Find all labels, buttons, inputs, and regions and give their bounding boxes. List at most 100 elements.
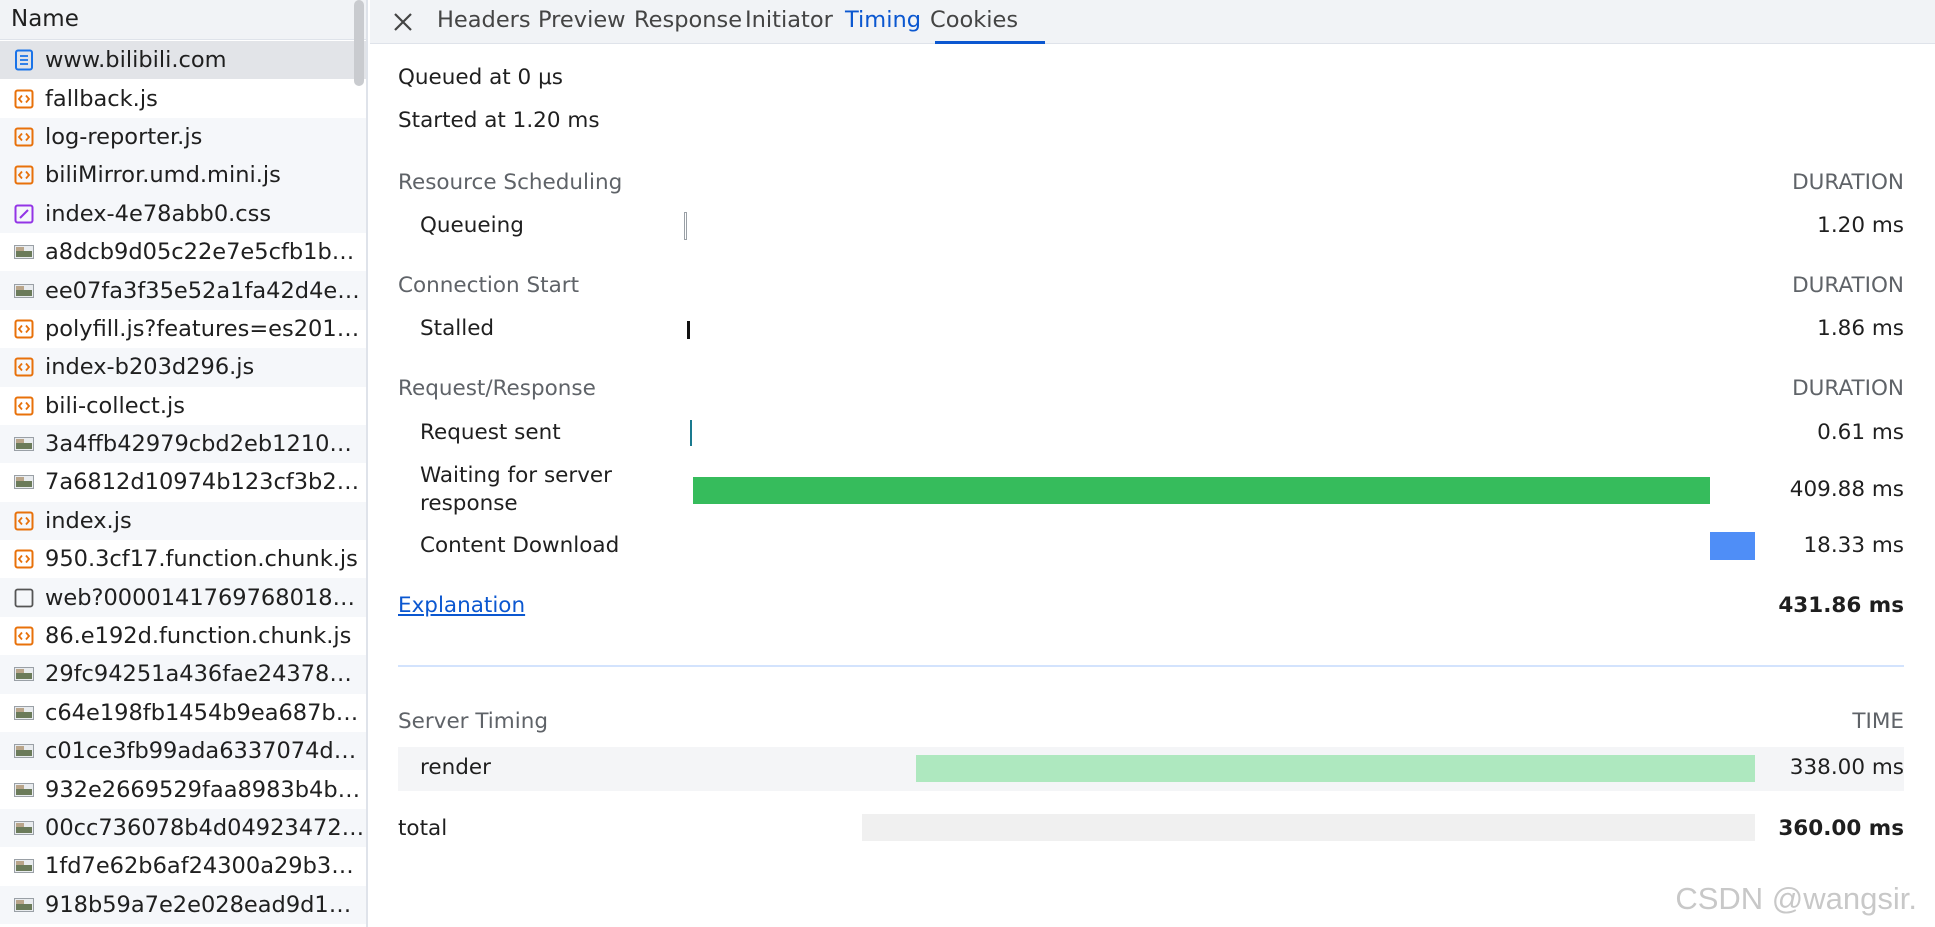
tab-preview[interactable]: Preview [538, 0, 626, 44]
phase-content-download-label: Content Download [420, 533, 620, 558]
server-render-bar [916, 755, 1755, 782]
section-server-timing: Server Timing [398, 709, 548, 734]
time-header: TIME [1852, 709, 1904, 734]
stylesheet-icon [12, 202, 36, 226]
image-thumbnail-icon [12, 240, 36, 264]
phase-queueing-label: Queueing [420, 213, 524, 238]
content-download-bar [1710, 532, 1755, 560]
watermark-text: CSDN @wangsir. [1675, 881, 1917, 916]
detail-tab-bar: Headers Preview Response Initiator Timin… [370, 0, 1935, 44]
request-name: c01ce3fb99ada6337074da2… [45, 738, 365, 765]
tab-cookies[interactable]: Cookies [930, 0, 1018, 44]
request-name: 3a4ffb42979cbd2eb1210b7… [45, 431, 365, 458]
server-render-label: render [420, 755, 491, 780]
image-thumbnail-icon [12, 854, 36, 878]
image-thumbnail-icon [12, 432, 36, 456]
request-list-item[interactable]: 7a6812d10974b123cf3b23b… [0, 463, 366, 501]
image-thumbnail-icon [12, 701, 36, 725]
script-icon [12, 624, 36, 648]
section-divider [398, 665, 1904, 667]
phase-waiting-value: 409.88 ms [1789, 477, 1904, 502]
name-column-header[interactable]: Name [0, 0, 366, 40]
request-name: biliMirror.umd.mini.js [45, 162, 281, 189]
timing-total-value: 431.86 ms [1778, 593, 1904, 618]
request-list-item[interactable]: 950.3cf17.function.chunk.js [0, 540, 366, 578]
request-list-item[interactable]: bili-collect.js [0, 387, 366, 425]
request-list-item[interactable]: index-b203d296.js [0, 348, 366, 387]
request-name: ee07fa3f35e52a1fa42d4e34… [45, 277, 365, 304]
request-name: 1fd7e62b6af24300a29b3b9… [45, 853, 365, 880]
section-request-response: Request/Response [398, 376, 596, 401]
image-thumbnail-icon [12, 778, 36, 802]
request-list-item[interactable]: c01ce3fb99ada6337074da2… [0, 732, 366, 771]
request-name: c64e198fb1454b9ea687b17… [45, 699, 365, 726]
image-thumbnail-icon [12, 470, 36, 494]
script-icon [12, 125, 36, 149]
phase-waiting-label-line2: response [420, 491, 518, 516]
queued-at-text: Queued at 0 μs [398, 65, 563, 90]
request-name: web?000014176976801825… [45, 584, 365, 611]
request-name: 00cc736078b4d049234721f… [45, 815, 365, 841]
script-icon [12, 394, 36, 418]
request-list-item[interactable]: 1fd7e62b6af24300a29b3b9… [0, 847, 366, 885]
request-list-item[interactable]: log-reporter.js [0, 117, 366, 157]
request-list-item[interactable]: a8dcb9d05c22e7e5cfb1bbd… [0, 233, 366, 271]
request-list-item[interactable]: fallback.js [0, 79, 366, 117]
server-total-value: 360.00 ms [1778, 816, 1904, 841]
request-list-item[interactable]: index-4e78abb0.css [0, 194, 366, 233]
active-tab-indicator [935, 41, 1045, 44]
request-list-item[interactable]: 918b59a7e2e028ead9d1668… [0, 885, 366, 924]
explanation-link[interactable]: Explanation [398, 593, 525, 618]
request-name: 29fc94251a436fae24378ec3… [45, 661, 365, 688]
request-list-panel: Name www.bilibili.com fallback.js log-repo… [0, 0, 368, 927]
tab-response[interactable]: Response [634, 0, 742, 44]
request-name: a8dcb9d05c22e7e5cfb1bbd… [45, 239, 365, 266]
request-list-item[interactable]: 00cc736078b4d049234721f… [0, 808, 366, 848]
phase-queueing-value: 1.20 ms [1817, 213, 1904, 238]
duration-header: DURATION [1792, 273, 1904, 298]
script-icon [12, 87, 36, 111]
request-name: log-reporter.js [45, 123, 203, 150]
tab-timing[interactable]: Timing [845, 0, 921, 44]
tab-initiator[interactable]: Initiator [745, 0, 833, 44]
script-icon [12, 317, 36, 341]
request-sent-bar [690, 420, 692, 446]
request-name: 918b59a7e2e028ead9d1668… [45, 891, 365, 918]
timing-panel: Queued at 0 μs Started at 1.20 ms Resour… [370, 45, 1935, 927]
request-name: 950.3cf17.function.chunk.js [45, 546, 358, 573]
image-thumbnail-icon [12, 662, 36, 686]
request-name: polyfill.js?features=es2015%… [45, 315, 365, 342]
request-list-item[interactable]: 932e2669529faa8983b4b80… [0, 770, 366, 808]
request-name: 7a6812d10974b123cf3b23b… [45, 469, 365, 496]
script-icon [12, 163, 36, 187]
request-name: bili-collect.js [45, 392, 185, 419]
document-icon [12, 48, 36, 72]
script-icon [12, 355, 36, 379]
server-total-bar [862, 814, 1755, 841]
request-list-item[interactable]: www.bilibili.com [0, 41, 366, 80]
request-list-item[interactable]: 86.e192d.function.chunk.js [0, 617, 366, 655]
section-connection-start: Connection Start [398, 273, 580, 298]
request-list-item[interactable]: ee07fa3f35e52a1fa42d4e34… [0, 271, 366, 310]
request-list-item[interactable]: 3a4ffb42979cbd2eb1210b7… [0, 424, 366, 464]
started-at-text: Started at 1.20 ms [398, 108, 600, 133]
section-resource-scheduling: Resource Scheduling [398, 170, 623, 195]
tab-headers[interactable]: Headers [437, 0, 531, 44]
phase-request-sent-label: Request sent [420, 420, 561, 445]
duration-header: DURATION [1792, 376, 1904, 401]
request-list-item[interactable]: c64e198fb1454b9ea687b17… [0, 694, 366, 732]
waiting-bar [693, 477, 1710, 504]
request-list-item[interactable]: 29fc94251a436fae24378ec3… [0, 655, 366, 694]
list-scrollbar[interactable] [354, 0, 364, 86]
request-list-item[interactable]: biliMirror.umd.mini.js [0, 156, 366, 195]
close-icon[interactable] [388, 7, 418, 37]
request-list-item[interactable]: index.js [0, 501, 366, 541]
phase-waiting-label: Waiting for server response [420, 462, 612, 518]
request-list-item[interactable]: polyfill.js?features=es2015%… [0, 310, 366, 348]
request-name: index.js [45, 507, 132, 534]
duration-header: DURATION [1792, 170, 1904, 195]
request-list-item[interactable]: web?000014176976801825… [0, 578, 366, 617]
other-icon [12, 586, 36, 610]
image-thumbnail-icon [12, 739, 36, 763]
phase-stalled-label: Stalled [420, 316, 495, 341]
